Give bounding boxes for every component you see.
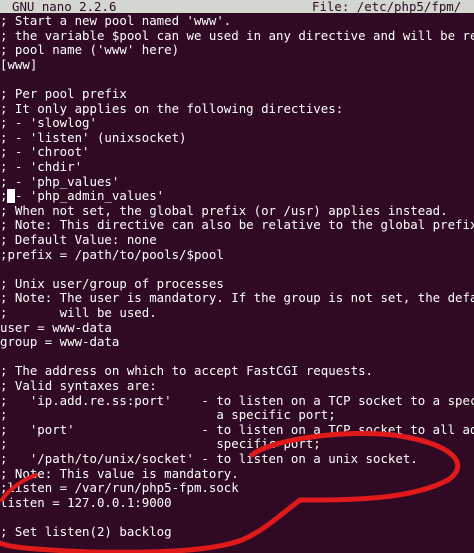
editor-line[interactable] [0, 350, 474, 365]
editor-line[interactable]: ; the variable $pool can we used in any … [0, 29, 474, 44]
editor-line[interactable]: ; pool name ('www' here) [0, 43, 474, 58]
editor-line[interactable]: ; 'ip.add.re.ss:port' - to listen on a T… [0, 394, 474, 409]
editor-line[interactable]: group = www-data [0, 335, 474, 350]
editor-line[interactable]: ; Set listen(2) backlog [0, 525, 474, 540]
editor-line[interactable]: ; Per pool prefix [0, 87, 474, 102]
editor-line[interactable]: ; Default Value: none [0, 233, 474, 248]
editor-line[interactable] [0, 510, 474, 525]
editor-line[interactable]: ;prefix = /path/to/pools/$pool [0, 248, 474, 263]
editor-buffer[interactable]: ; Start a new pool named 'www'.; the var… [0, 13, 474, 553]
editor-line[interactable]: ; - 'listen' (unixsocket) [0, 131, 474, 146]
editor-line[interactable]: [www] [0, 58, 474, 73]
text-cursor [7, 189, 15, 204]
editor-line[interactable]: ; '/path/to/unix/socket' - to listen on … [0, 452, 474, 467]
file-path: File: /etc/php5/fpm/ [312, 0, 462, 13]
editor-line[interactable]: ; Unix user/group of processes [0, 277, 474, 292]
editor-line[interactable]: ; Valid syntaxes are: [0, 379, 474, 394]
editor-line[interactable]: ; will be used. [0, 306, 474, 321]
editor-line[interactable]: ; - 'chdir' [0, 160, 474, 175]
editor-line[interactable]: ;listen = /var/run/php5-fpm.sock [0, 481, 474, 496]
editor-line[interactable]: ; When not set, the global prefix (or /u… [0, 204, 474, 219]
editor-line[interactable]: listen = 127.0.0.1:9000 [0, 496, 474, 511]
nano-title-bar: GNU nano 2.2.6 File: /etc/php5/fpm/ [0, 0, 474, 13]
editor-line[interactable]: ; Note: This value is mandatory. [0, 467, 474, 482]
editor-line[interactable]: ; specific port; [0, 437, 474, 452]
editor-line[interactable] [0, 262, 474, 277]
editor-line[interactable]: ; - 'php_values' [0, 175, 474, 190]
editor-line[interactable]: ; 'port' - to listen on a TCP socket to … [0, 423, 474, 438]
editor-line[interactable]: ; It only applies on the following direc… [0, 102, 474, 117]
editor-line[interactable]: user = www-data [0, 321, 474, 336]
editor-line[interactable]: ; - 'chroot' [0, 145, 474, 160]
editor-line[interactable]: ; Note: This directive can also be relat… [0, 218, 474, 233]
editor-line[interactable]: ; Start a new pool named 'www'. [0, 14, 474, 29]
editor-line[interactable] [0, 72, 474, 87]
editor-line[interactable]: ; - 'slowlog' [0, 116, 474, 131]
app-name: GNU nano 2.2.6 [12, 0, 117, 13]
editor-line[interactable]: ; The address on which to accept FastCGI… [0, 364, 474, 379]
editor-line[interactable]: ; - 'php_admin_values' [0, 189, 474, 204]
line-text: - 'php_admin_values' [14, 189, 165, 204]
editor-line[interactable]: ; Note: The user is mandatory. If the gr… [0, 291, 474, 306]
editor-line[interactable]: ; a specific port; [0, 408, 474, 423]
